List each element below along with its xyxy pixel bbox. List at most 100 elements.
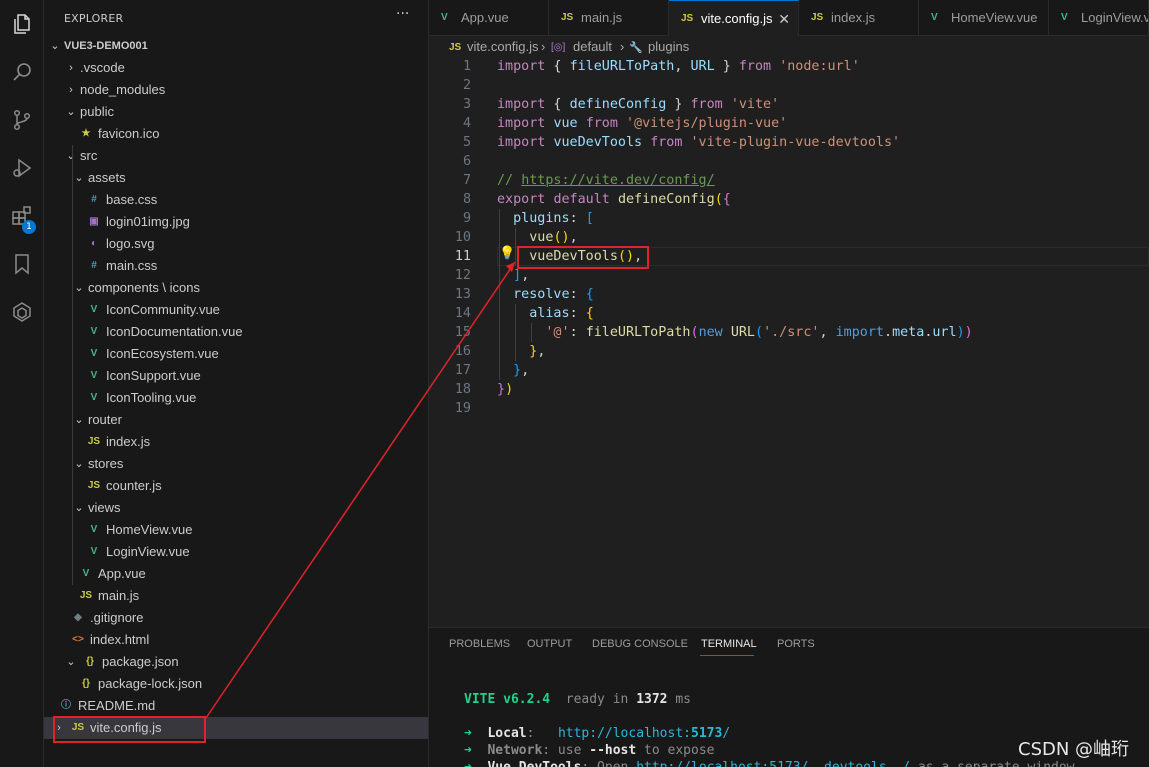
editor-tab[interactable]: V App.vue [429, 0, 549, 36]
tree-item[interactable]: ⌄ router [44, 409, 428, 431]
code-editor[interactable]: 💡 1 import { fileURLToPath, URL } from 'n… [429, 57, 1149, 427]
symbol-variable-icon: [◎] [551, 42, 566, 53]
tree-item[interactable]: V IconTooling.vue [44, 387, 428, 409]
breadcrumb: JS vite.config.js › [◎] default › 🔧 plug… [429, 36, 1149, 58]
panel-tab-output[interactable]: OUTPUT [527, 638, 572, 650]
tree-item[interactable]: JS counter.js [44, 475, 428, 497]
tree-item-label: base.css [106, 192, 158, 207]
tree-item[interactable]: ▣ login01img.jpg [44, 211, 428, 233]
tree-item[interactable]: ⌄ src [44, 145, 428, 167]
css-file-icon: # [91, 194, 97, 205]
terminal-token: VITE v6.2.4 [464, 692, 551, 707]
editor-tab[interactable]: V HomeView.vue [919, 0, 1049, 36]
tree-item[interactable]: ⌄ {} package.json [44, 651, 428, 673]
tree-item[interactable]: {} package-lock.json [44, 673, 428, 695]
tree-item[interactable]: › .vscode [44, 57, 428, 79]
terminal-token: : [526, 726, 558, 741]
tree-item[interactable]: JS index.js [44, 431, 428, 453]
terminal-token: to expose [636, 743, 715, 758]
tree-item[interactable]: ⌄ public [44, 101, 428, 123]
tree-item[interactable]: <> index.html [44, 629, 428, 651]
terminal-line: ➜ Network: use --host to expose [464, 742, 715, 760]
line-number: 6 [462, 154, 471, 169]
css-file-icon: # [91, 260, 97, 271]
code-token: fileURLToPath [569, 59, 675, 74]
vue-file-icon: V [90, 524, 98, 535]
vue-file-icon: V [90, 326, 98, 337]
tree-item[interactable]: V LoginView.vue [44, 541, 428, 563]
vue-file-icon: V [90, 348, 98, 359]
workspace-root[interactable]: ⌄ VUE3-DEMO001 [44, 35, 428, 57]
tree-item[interactable]: ★ favicon.ico [44, 123, 428, 145]
tree-item-label: IconTooling.vue [106, 390, 197, 405]
tree-item[interactable]: V IconCommunity.vue [44, 299, 428, 321]
run-debug-icon[interactable] [0, 148, 44, 188]
tree-item[interactable]: ⌄ assets [44, 167, 428, 189]
code-line: import { fileURLToPath, URL } from 'node… [497, 57, 860, 76]
code-token: () [553, 230, 570, 245]
panel-tab-terminal[interactable]: TERMINAL [701, 638, 757, 650]
code-token: URL [690, 59, 715, 74]
tree-item[interactable]: ⌄ components \ icons [44, 277, 428, 299]
tree-item[interactable]: V HomeView.vue [44, 519, 428, 541]
tree-item[interactable]: V IconEcosystem.vue [44, 343, 428, 365]
breadcrumb-file[interactable]: vite.config.js [467, 37, 539, 57]
tree-item-label: main.css [106, 258, 158, 273]
code-token: import [497, 116, 546, 131]
editor-tab[interactable]: JS vite.config.js ✕ [669, 0, 799, 36]
tree-item[interactable]: V App.vue [44, 563, 428, 585]
tree-item[interactable]: V IconDocumentation.vue [44, 321, 428, 343]
breadcrumb-default[interactable]: default [573, 37, 612, 57]
tree-item-label: node_modules [80, 82, 166, 97]
panel-tab-debug-console[interactable]: DEBUG CONSOLE [592, 638, 688, 650]
vue-file-icon: V [931, 12, 938, 23]
code-token: new [698, 325, 723, 340]
tree-item[interactable]: ⓘ README.md [44, 695, 428, 717]
extensions-icon[interactable]: 1 [0, 196, 44, 236]
tree-item[interactable]: ◆ .gitignore [44, 607, 428, 629]
vue-file-icon: V [441, 12, 448, 23]
source-control-icon[interactable] [0, 100, 44, 140]
code-token: : [569, 287, 586, 302]
watermark: CSDN @岫珩 [1018, 739, 1130, 760]
code-token: alias [529, 306, 570, 321]
code-token: ] [513, 268, 522, 283]
vue-devtools-icon[interactable] [0, 292, 44, 332]
tree-item[interactable]: ◐ logo.svg [44, 233, 428, 255]
bookmark-icon[interactable] [0, 244, 44, 284]
tree-item[interactable]: › node_modules [44, 79, 428, 101]
tree-item[interactable]: # main.css [44, 255, 428, 277]
more-actions-icon[interactable]: ··· [396, 6, 409, 22]
code-token: , [569, 230, 578, 245]
terminal-line: VITE v6.2.4 ready in 1372 ms [464, 691, 691, 709]
html-file-icon: <> [72, 634, 84, 645]
tree-item[interactable]: ⌄ stores [44, 453, 428, 475]
tree-item-label: counter.js [106, 478, 162, 493]
tree-item[interactable]: V IconSupport.vue [44, 365, 428, 387]
tree-item-label: README.md [78, 698, 156, 713]
code-token: 'node:url' [779, 59, 860, 74]
editor-tab[interactable]: JS main.js [549, 0, 669, 36]
activity-bar: 1 [0, 0, 44, 767]
chevron-down-icon: ⌄ [74, 458, 84, 470]
terminal-line: ➜ Vue DevTools: Open http://localhost:51… [464, 759, 1075, 767]
editor-tab[interactable]: JS index.js [799, 0, 919, 36]
tree-item[interactable]: JS main.js [44, 585, 428, 607]
panel-tab-ports[interactable]: PORTS [777, 638, 815, 650]
files-icon[interactable] [0, 4, 44, 44]
close-icon[interactable]: ✕ [778, 1, 790, 36]
breadcrumb-plugins[interactable]: plugins [648, 37, 689, 57]
star-icon: ★ [81, 128, 91, 139]
git-file-icon: ◆ [74, 612, 82, 623]
search-icon[interactable] [0, 52, 44, 92]
code-token: import [835, 325, 884, 340]
editor-tab[interactable]: V LoginView.vue [1049, 0, 1149, 36]
tree-item[interactable]: ⌄ views [44, 497, 428, 519]
terminal-token: ➜ [464, 760, 487, 767]
terminal-token: / [722, 726, 731, 741]
panel-tab-problems[interactable]: PROBLEMS [449, 638, 510, 650]
terminal-token: Network [487, 743, 543, 758]
tree-item[interactable]: # base.css [44, 189, 428, 211]
